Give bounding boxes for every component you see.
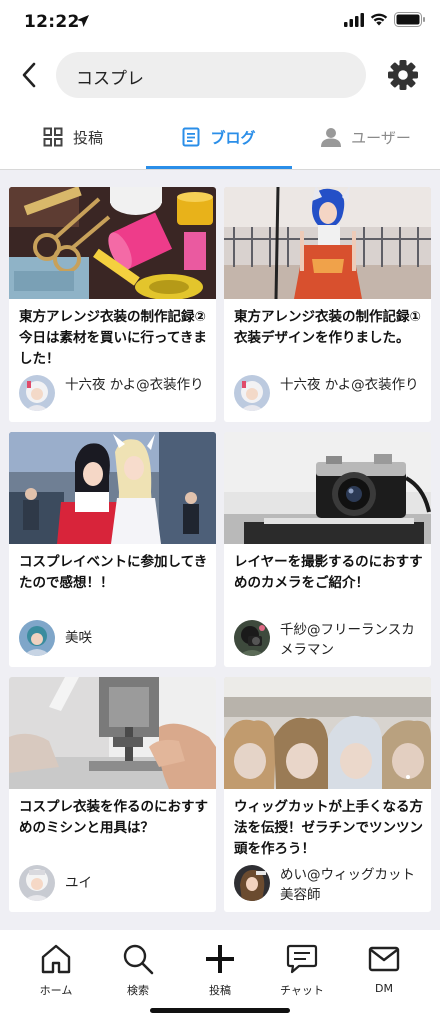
grid-icon <box>43 127 63 147</box>
battery-icon <box>394 12 425 27</box>
tab-blog-label: ブログ <box>210 128 256 147</box>
author-name: めい@ウィッグカット美容師 <box>280 867 415 903</box>
search-query: コスプレ <box>76 69 144 89</box>
nav-post-label: 投稿 <box>209 984 231 997</box>
home-icon <box>16 940 96 978</box>
author-avatar <box>19 375 55 411</box>
gear-icon <box>388 60 418 90</box>
nav-post[interactable]: 投稿 <box>180 940 260 1000</box>
location-arrow-icon <box>77 15 89 27</box>
author-name: 十六夜 かよ@衣装作り <box>65 377 204 393</box>
author-name: 美咲 <box>65 630 92 646</box>
tab-users-label: ユーザー <box>351 128 411 147</box>
blog-card[interactable]: ウィッグカットが上手くなる方法を伝授！ゼラチンでツンツン頭を作ろう！ めい@ウィ… <box>224 677 431 912</box>
nav-chat-label: チャット <box>280 984 324 997</box>
blog-thumbnail-camera <box>224 432 431 544</box>
blog-card[interactable]: コスプレイベントに参加してきたので感想！！ 美咲 <box>9 432 216 667</box>
blog-card[interactable]: 東方アレンジ衣装の制作記録①衣装デザインを作りました。 十六夜 かよ@衣装作り <box>224 187 431 422</box>
back-button[interactable] <box>14 60 44 90</box>
active-tab-indicator <box>146 166 292 169</box>
tab-blog[interactable]: ブログ <box>146 104 292 170</box>
blog-card[interactable]: 東方アレンジ衣装の制作記録② 今日は素材を買いに行ってきました！ 十六夜 かよ@… <box>9 187 216 422</box>
author-name: ユイ <box>65 875 92 891</box>
tab-bar: 投稿 ブログ ユーザー <box>0 104 440 170</box>
search-icon <box>98 940 178 978</box>
chevron-left-icon <box>22 62 36 88</box>
blog-card-title: コスプレイベントに参加してきたので感想！！ <box>19 554 208 591</box>
home-indicator <box>150 1008 290 1013</box>
blog-card-title: レイヤーを撮影するのにおすすめのカメラをご紹介！ <box>234 554 423 591</box>
blog-thumbnail-wigs <box>224 677 431 789</box>
blog-thumbnail-cosplay-outdoor <box>224 187 431 299</box>
blog-thumbnail-cosplay-event <box>9 432 216 544</box>
tab-posts[interactable]: 投稿 <box>0 104 146 170</box>
tab-users[interactable]: ユーザー <box>292 104 440 170</box>
author-name: 千紗@フリーランスカメラマン <box>280 622 415 658</box>
blog-thumbnail-sewing-machine <box>9 677 216 789</box>
nav-dm[interactable]: DM <box>344 940 424 1000</box>
author-avatar <box>234 865 270 901</box>
author-avatar <box>234 620 270 656</box>
author-avatar <box>19 865 55 901</box>
nav-search[interactable]: 検索 <box>98 940 178 1000</box>
mail-icon <box>344 940 424 978</box>
blog-card-title: コスプレ衣装を作るのにおすすめのミシンと用具は？ <box>19 799 208 836</box>
blog-card[interactable]: コスプレ衣装を作るのにおすすめのミシンと用具は？ ユイ <box>9 677 216 912</box>
author-avatar <box>234 375 270 411</box>
blog-card-title: ウィッグカットが上手くなる方法を伝授！ゼラチンでツンツン頭を作ろう！ <box>234 799 423 857</box>
blog-card[interactable]: レイヤーを撮影するのにおすすめのカメラをご紹介！ 千紗@フリーランスカメラマン <box>224 432 431 667</box>
status-time: 12:22 <box>24 12 80 32</box>
author-avatar <box>19 620 55 656</box>
blog-card-title: 東方アレンジ衣装の制作記録①衣装デザインを作りました。 <box>234 309 421 346</box>
tab-posts-label: 投稿 <box>72 128 103 147</box>
nav-home-label: ホーム <box>39 984 73 997</box>
status-bar: 12:22 <box>0 0 440 46</box>
chat-icon <box>262 940 342 978</box>
search-input[interactable]: コスプレ <box>56 52 366 98</box>
search-header: コスプレ <box>0 46 440 104</box>
settings-button[interactable] <box>386 58 420 92</box>
document-icon <box>182 127 200 147</box>
blog-thumbnail-sewing-materials <box>9 187 216 299</box>
cellular-signal-icon <box>344 13 364 27</box>
nav-home[interactable]: ホーム <box>16 940 96 1000</box>
nav-dm-label: DM <box>375 982 393 995</box>
author-name: 十六夜 かよ@衣装作り <box>280 377 419 393</box>
nav-chat[interactable]: チャット <box>262 940 342 1000</box>
person-icon <box>321 127 342 147</box>
wifi-icon <box>370 13 388 26</box>
nav-search-label: 検索 <box>127 984 149 997</box>
blog-card-title: 東方アレンジ衣装の制作記録② 今日は素材を買いに行ってきました！ <box>19 309 207 367</box>
plus-icon <box>180 940 260 978</box>
